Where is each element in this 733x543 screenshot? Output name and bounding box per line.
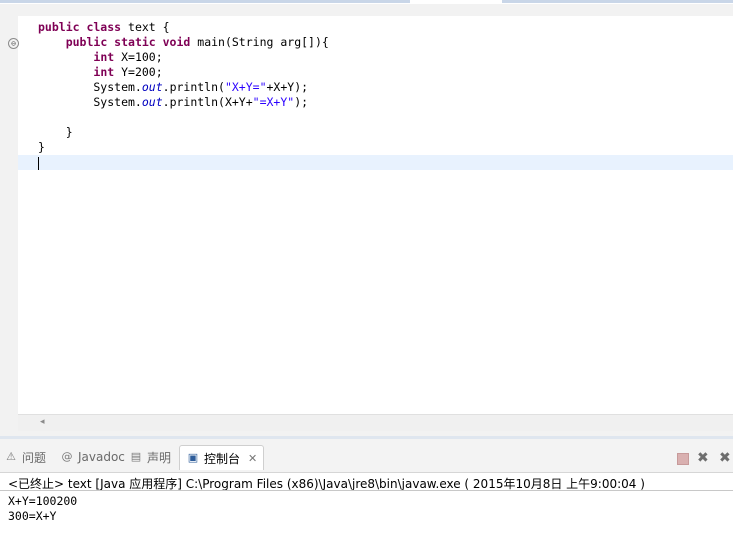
view-tabs-bar: ⚠ 问题 @ Javadoc ▤ 声明 ▣ 控制台 ✕ ✖ ✖ <box>0 439 733 473</box>
code-editor[interactable]: ⊖ public class text { public static void… <box>8 16 733 414</box>
console-output-line: X+Y=100200 <box>8 494 78 508</box>
close-icon[interactable]: ✕ <box>248 452 257 465</box>
tab-label: 控制台 <box>204 451 241 466</box>
code-token: } <box>38 125 73 139</box>
code-line: System.out.println("X+Y="+X+Y); <box>38 80 329 95</box>
code-token: public class <box>38 20 129 34</box>
code-token: "X+Y=" <box>224 80 267 94</box>
scroll-left-arrow-icon[interactable]: ◂ <box>40 417 45 427</box>
code-line: int X=100; <box>38 50 329 65</box>
code-token: main(String arg[]){ <box>197 35 329 49</box>
editor-gutter <box>18 16 36 414</box>
code-token: ); <box>294 95 309 109</box>
remove-all-launches-icon[interactable]: ✖ <box>719 451 733 465</box>
code-line: int Y=200; <box>38 65 329 80</box>
code-token: "=X+Y" <box>252 95 295 109</box>
at-icon: @ <box>61 450 73 463</box>
editor-frame: ⊖ public class text { public static void… <box>0 4 733 436</box>
code-token: X=100; <box>121 50 163 64</box>
text-caret <box>38 157 39 170</box>
console-output-line: 300=X+Y <box>8 509 57 523</box>
tab-label: 问题 <box>22 450 47 465</box>
terminate-icon[interactable] <box>677 453 689 465</box>
code-token: +X+Y); <box>266 80 309 94</box>
code-token: System. <box>38 80 142 94</box>
remove-launch-icon[interactable]: ✖ <box>697 451 711 465</box>
console-icon: ▣ <box>187 451 199 464</box>
code-token: .println( <box>162 80 225 94</box>
code-token: System. <box>38 95 142 109</box>
console-output[interactable]: X+Y=100200 300=X+Y <box>8 494 77 524</box>
problems-icon: ⚠ <box>6 450 16 463</box>
code-line: public static void main(String arg[]){ <box>38 35 329 50</box>
tab-declaration[interactable]: ▤ 声明 <box>129 448 171 466</box>
current-line-highlight <box>18 155 733 170</box>
tab-problems[interactable]: ⚠ 问题 <box>4 448 46 466</box>
code-token: public static void <box>65 35 198 49</box>
code-line: public class text { <box>38 20 329 35</box>
editor-tab-strip-right <box>502 0 733 3</box>
tab-label: Javadoc <box>78 450 125 464</box>
console-panel: ⚠ 问题 @ Javadoc ▤ 声明 ▣ 控制台 ✕ ✖ ✖ <已终止> te… <box>0 436 733 543</box>
tab-javadoc[interactable]: @ Javadoc <box>60 448 125 466</box>
code-token: } <box>38 140 45 154</box>
code-line: System.out.println(X+Y+"=X+Y"); <box>38 95 329 110</box>
collapse-fold-icon[interactable]: ⊖ <box>8 38 19 49</box>
console-toolbar: ✖ ✖ <box>677 449 733 467</box>
code-token: out <box>141 80 163 94</box>
code-token: Y=200; <box>121 65 163 79</box>
code-token: text { <box>128 20 170 34</box>
tab-label: 声明 <box>147 450 172 465</box>
code-line: } <box>38 125 329 140</box>
declaration-icon: ▤ <box>130 450 142 463</box>
code-token: int <box>93 50 122 64</box>
editor-tab-strip <box>0 0 410 3</box>
code-line: } <box>38 140 329 155</box>
divider <box>0 490 733 491</box>
code-token: .println(X+Y+ <box>162 95 253 109</box>
horizontal-scrollbar[interactable]: ◂ <box>18 414 733 431</box>
code-token: out <box>141 95 163 109</box>
tab-console[interactable]: ▣ 控制台 ✕ <box>179 445 265 470</box>
code-token: int <box>93 65 122 79</box>
source-code[interactable]: public class text { public static void m… <box>38 20 329 155</box>
